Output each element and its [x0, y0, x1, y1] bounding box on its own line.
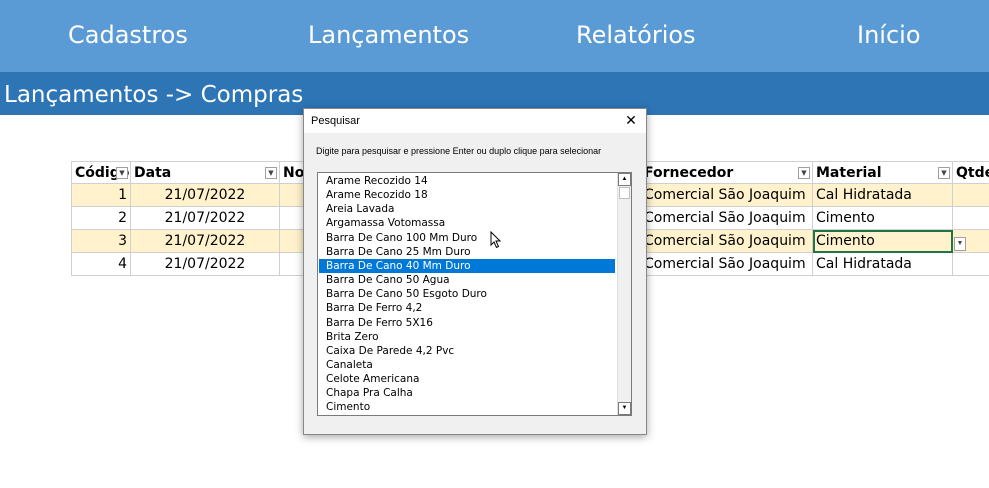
- cell-data[interactable]: 21/07/2022: [131, 184, 280, 207]
- cell-qtde[interactable]: [953, 184, 989, 207]
- list-item[interactable]: Barra De Ferro 4,2: [319, 301, 615, 315]
- list-item[interactable]: Arame Recozido 18: [319, 188, 615, 202]
- scroll-up-icon[interactable]: ▲: [618, 173, 631, 186]
- filter-dropdown-icon[interactable]: ▼: [116, 167, 128, 179]
- filter-dropdown-icon[interactable]: ▼: [938, 167, 950, 179]
- nav-inicio[interactable]: Início: [857, 20, 921, 50]
- list-item-selected[interactable]: Barra De Cano 40 Mm Duro: [319, 258, 615, 273]
- cell-dropdown-icon[interactable]: ▼: [954, 237, 966, 251]
- list-item[interactable]: Barra De Cano 50 Agua: [319, 273, 615, 287]
- header-data-label: Data: [134, 165, 172, 181]
- list-item[interactable]: Areia Lavada: [319, 202, 615, 216]
- cell-material[interactable]: Cal Hidratada: [813, 253, 953, 276]
- search-dialog: Pesquisar ✕ Digite para pesquisar e pres…: [303, 108, 647, 435]
- list-item[interactable]: Chapa Pra Calha: [319, 386, 615, 400]
- cell-codigo[interactable]: 2: [71, 207, 131, 230]
- header-codigo[interactable]: Código ▼: [71, 161, 131, 184]
- nav-relatorios[interactable]: Relatórios: [576, 20, 696, 50]
- header-qtde[interactable]: Qtde: [953, 161, 989, 184]
- dialog-instruction: Digite para pesquisar e pressione Enter …: [316, 146, 602, 156]
- list-item[interactable]: Cimento: [319, 400, 615, 414]
- mouse-pointer-icon: [490, 231, 502, 249]
- cell-fornecedor[interactable]: Comercial São Joaquim: [641, 230, 813, 253]
- list-item[interactable]: Barra De Cano 100 Mm Duro: [319, 231, 615, 245]
- list-item[interactable]: Celote Americana: [319, 372, 615, 386]
- list-item[interactable]: Canaleta: [319, 358, 615, 372]
- page-title: Lançamentos -> Compras: [4, 82, 304, 108]
- cell-fornecedor[interactable]: Comercial São Joaquim: [641, 253, 813, 276]
- cell-qtde[interactable]: [953, 207, 989, 230]
- cell-codigo[interactable]: 1: [71, 184, 131, 207]
- header-fornecedor-label: Fornecedor: [644, 165, 734, 181]
- filter-dropdown-icon[interactable]: ▼: [265, 167, 277, 179]
- cell-material[interactable]: Cal Hidratada: [813, 184, 953, 207]
- list-item[interactable]: Brita Zero: [319, 330, 615, 344]
- dialog-titlebar[interactable]: Pesquisar ✕: [304, 109, 646, 133]
- cell-codigo[interactable]: 3: [71, 230, 131, 253]
- cell-fornecedor[interactable]: Comercial São Joaquim: [641, 207, 813, 230]
- list-item[interactable]: Caixa De Parede 4,2 Pvc: [319, 344, 615, 358]
- header-material-label: Material: [816, 165, 882, 181]
- list-item[interactable]: Barra De Cano 25 Mm Duro: [319, 245, 615, 259]
- top-navigation: Cadastros Lançamentos Relatórios Início: [0, 0, 989, 72]
- nav-lancamentos[interactable]: Lançamentos: [308, 20, 469, 50]
- cell-codigo[interactable]: 4: [71, 253, 131, 276]
- cell-material[interactable]: Cimento: [813, 207, 953, 230]
- list-scrollbar[interactable]: ▲ ▼: [617, 173, 631, 415]
- list-item[interactable]: Barra De Ferro 5X16: [319, 316, 615, 330]
- header-data[interactable]: Data ▼: [131, 161, 280, 184]
- header-qtde-label: Qtde: [956, 165, 989, 181]
- cell-data[interactable]: 21/07/2022: [131, 253, 280, 276]
- list-item[interactable]: Argamassa Votomassa: [319, 216, 615, 230]
- cell-material-active[interactable]: Cimento: [813, 230, 953, 253]
- close-icon[interactable]: ✕: [622, 111, 640, 129]
- list-item[interactable]: Arame Recozido 14: [319, 174, 615, 188]
- header-fornecedor[interactable]: Fornecedor ▼: [641, 161, 813, 184]
- scroll-thumb[interactable]: [619, 187, 630, 199]
- scroll-down-icon[interactable]: ▼: [618, 402, 631, 415]
- list-item[interactable]: Barra De Cano 50 Esgoto Duro: [319, 287, 615, 301]
- dialog-title: Pesquisar: [311, 115, 360, 127]
- cell-data[interactable]: 21/07/2022: [131, 230, 280, 253]
- cell-qtde[interactable]: [953, 253, 989, 276]
- search-results-list[interactable]: Arame Recozido 14 Arame Recozido 18 Areia …: [317, 172, 632, 416]
- cell-fornecedor[interactable]: Comercial São Joaquim: [641, 184, 813, 207]
- nav-cadastros[interactable]: Cadastros: [68, 20, 188, 50]
- header-nome-label: No: [283, 165, 305, 181]
- filter-dropdown-icon[interactable]: ▼: [798, 167, 810, 179]
- header-material[interactable]: Material ▼: [813, 161, 953, 184]
- cell-data[interactable]: 21/07/2022: [131, 207, 280, 230]
